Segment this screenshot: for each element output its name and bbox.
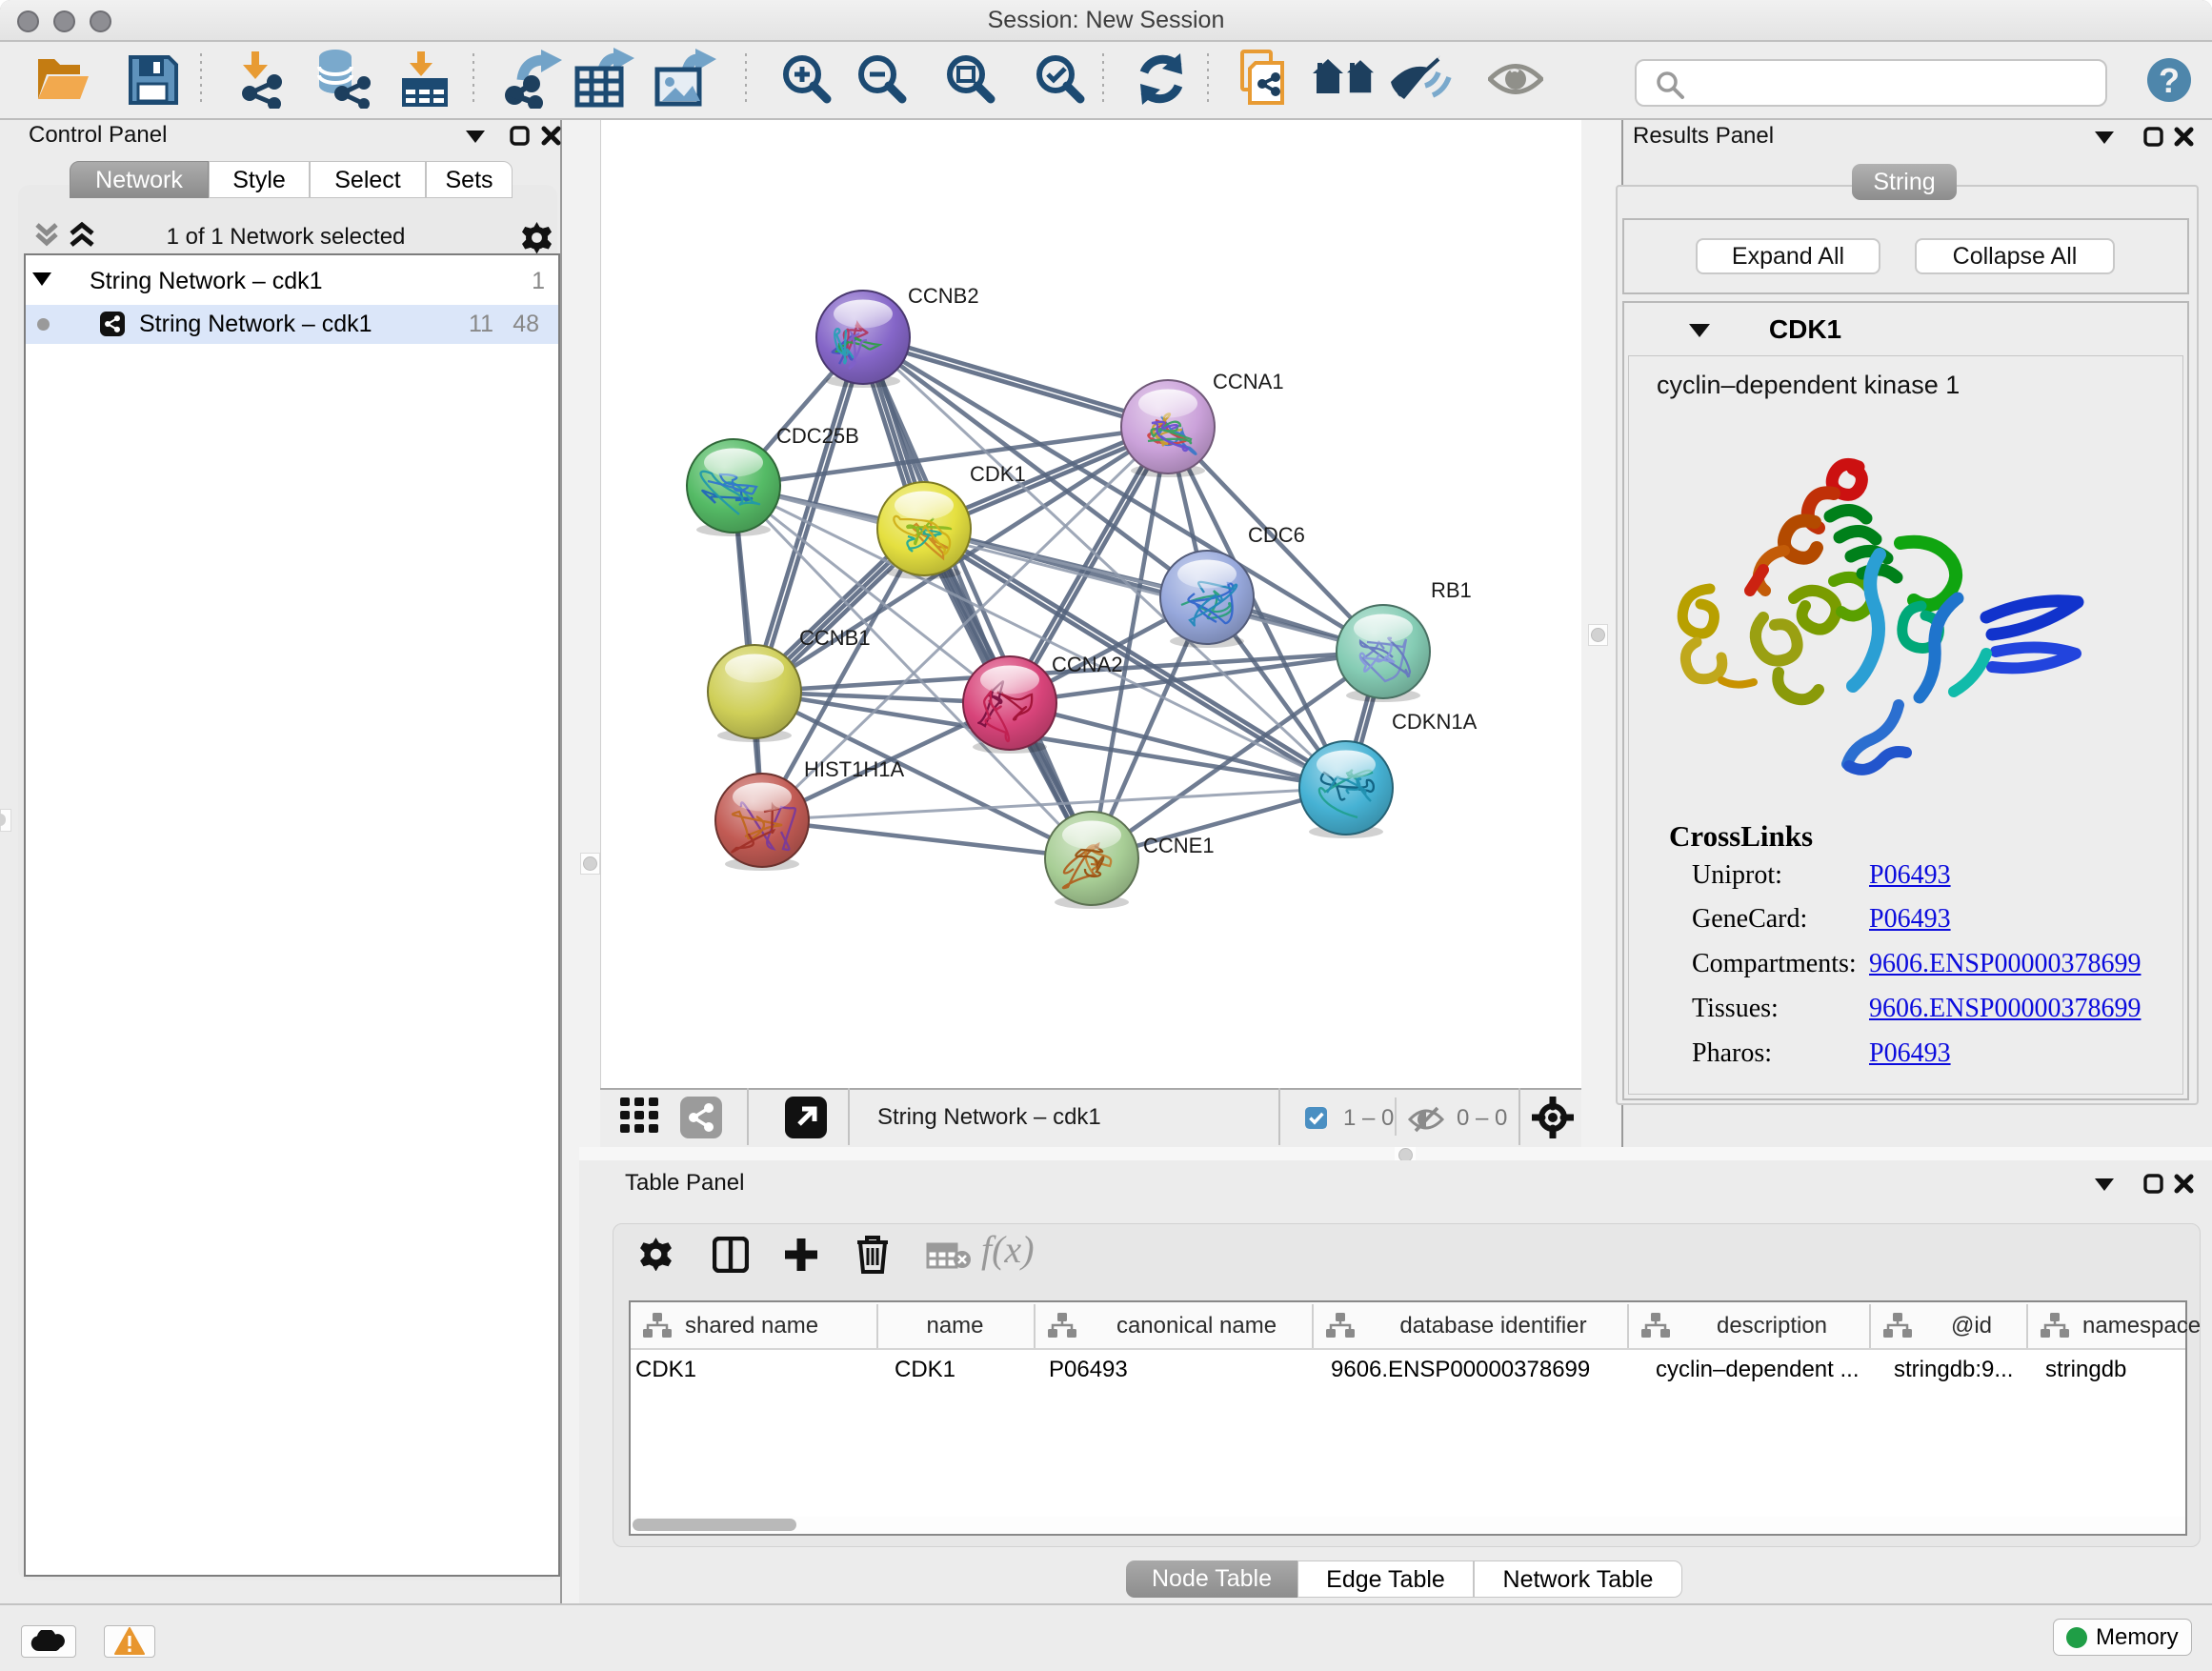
svg-text:?: ? (2159, 61, 2180, 100)
svg-text:CCNA1: CCNA1 (1213, 370, 1284, 393)
svg-text:CCNE1: CCNE1 (1143, 834, 1215, 857)
svg-text:HIST1H1A: HIST1H1A (804, 757, 904, 781)
svg-text:CDKN1A: CDKN1A (1392, 710, 1478, 734)
svg-text:CCNA2: CCNA2 (1052, 653, 1123, 676)
svg-text:CDC6: CDC6 (1248, 523, 1305, 547)
svg-text:RB1: RB1 (1431, 578, 1472, 602)
svg-text:CDK1: CDK1 (970, 462, 1026, 486)
svg-text:CCNB1: CCNB1 (799, 626, 871, 650)
svg-text:CDC25B: CDC25B (776, 424, 859, 448)
svg-text:CCNB2: CCNB2 (908, 284, 979, 308)
